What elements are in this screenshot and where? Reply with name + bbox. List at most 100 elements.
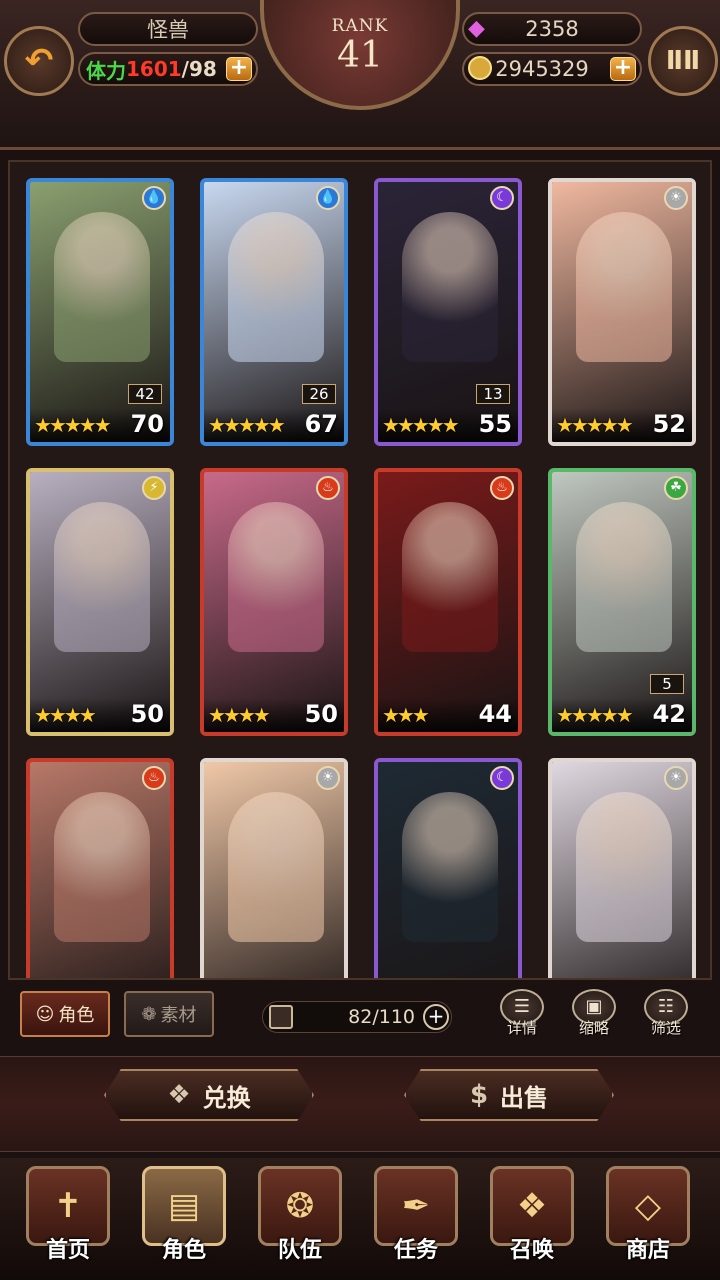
expand-capacity-button[interactable]: + <box>423 1004 449 1030</box>
nav-role-label: 角色 <box>161 1238 206 1263</box>
card-level: 67 <box>304 410 338 438</box>
rank-label: RANK <box>331 16 389 36</box>
card-count-badge: 5 <box>650 674 684 694</box>
tab-material[interactable]: ❁ 素材 <box>124 991 214 1037</box>
back-button[interactable]: ↶ <box>4 26 74 96</box>
card-count-badge: 13 <box>476 384 510 404</box>
card-info-bar: ★★★★★ 70 <box>30 408 170 442</box>
rank-value: 41 <box>337 35 383 76</box>
filter-label: 筛选 <box>650 1019 681 1037</box>
add-stamina-button[interactable]: + <box>226 57 252 81</box>
character-card[interactable]: ☀ <box>548 758 696 978</box>
card-level: 70 <box>130 410 164 438</box>
thumbnail-button[interactable]: ▣ 缩略 <box>568 989 620 1045</box>
card-level: 50 <box>130 700 164 728</box>
action-band: ❖ 兑换 $ 出售 <box>0 1056 720 1152</box>
bottom-nav: ✝ 首页 ▤ 角色 ❂ 队伍 ✒ 任务 ❖ 召唤 ◇ 商店 <box>0 1158 720 1280</box>
character-silhouette <box>576 212 672 362</box>
capacity-value: 82/110 <box>348 1006 415 1028</box>
star-rating: ★★★★ <box>34 703 97 727</box>
tab-role-label: 角色 <box>58 1005 95 1026</box>
add-gold-button[interactable]: + <box>610 57 636 81</box>
character-card[interactable]: ☀ ★★★★★ 52 <box>548 178 696 446</box>
coin-icon <box>468 56 492 80</box>
stamina-display: 体力 1601 /98 + <box>78 52 258 86</box>
sell-button[interactable]: $ 出售 <box>404 1069 614 1121</box>
back-arrow-icon: ↶ <box>24 41 54 81</box>
character-art <box>30 472 170 732</box>
character-silhouette <box>228 792 324 942</box>
exchange-label: 兑换 <box>202 1083 251 1112</box>
capacity-display: 82/110 + <box>262 1001 452 1033</box>
filter-button[interactable]: ☷ 筛选 <box>640 989 692 1045</box>
nav-role[interactable]: ▤ 角色 <box>134 1166 234 1276</box>
card-count-badge: 26 <box>302 384 336 404</box>
character-card[interactable]: ☀ <box>200 758 348 978</box>
character-silhouette <box>402 502 498 652</box>
nav-home-label: 首页 <box>45 1238 90 1263</box>
character-card[interactable]: ♨ ★★★ 44 <box>374 468 522 736</box>
character-silhouette <box>402 792 498 942</box>
character-grid[interactable]: 💧 42 ★★★★★ 70 💧 26 ★★★★★ 67 ☾ 13 ★★★★★ 55 ☀ ★★★★★ 52 ⚡ ★… <box>8 160 712 980</box>
stamina-current: 1601 <box>126 57 182 81</box>
character-card[interactable]: ☾ <box>374 758 522 978</box>
tab-material-label: 素材 <box>160 1005 197 1026</box>
character-silhouette <box>228 212 324 362</box>
nav-summon[interactable]: ❖ 召唤 <box>482 1166 582 1276</box>
character-card[interactable]: ♨ ★★★★ 50 <box>200 468 348 736</box>
nav-shop-label: 商店 <box>625 1238 670 1263</box>
star-rating: ★★★★ <box>208 703 271 727</box>
exchange-button[interactable]: ❖ 兑换 <box>104 1069 314 1121</box>
character-card[interactable]: ☾ 13 ★★★★★ 55 <box>374 178 522 446</box>
character-card[interactable]: ⚡ ★★★★ 50 <box>26 468 174 736</box>
card-info-bar: ★★★★ 50 <box>204 698 344 732</box>
stamina-max: /98 <box>181 57 217 81</box>
player-name: 怪兽 <box>78 12 258 46</box>
water-element-icon: 💧 <box>142 186 166 210</box>
character-card[interactable]: ♨ <box>26 758 174 978</box>
gem-count: 2358 <box>525 17 579 41</box>
tab-role[interactable]: ☺ 角色 <box>20 991 110 1037</box>
card-info-bar: ★★★★★ 42 <box>552 698 692 732</box>
character-silhouette <box>576 502 672 652</box>
nav-team-label: 队伍 <box>277 1238 322 1263</box>
menu-button[interactable]: ⅡⅡ <box>648 26 718 96</box>
character-art <box>378 472 518 732</box>
star-rating: ★★★ <box>382 703 430 727</box>
nav-team[interactable]: ❂ 队伍 <box>250 1166 350 1276</box>
nav-shop[interactable]: ◇ 商店 <box>598 1166 698 1276</box>
fire-element-icon: ♨ <box>490 476 514 500</box>
character-art <box>30 762 170 978</box>
star-rating: ★★★★★ <box>382 413 460 437</box>
character-art <box>204 762 344 978</box>
money-bag-icon: $ <box>469 1080 489 1110</box>
wind-element-icon: ☘ <box>664 476 688 500</box>
card-info-bar: ★★★★★ 52 <box>552 408 692 442</box>
star-rating: ★★★★★ <box>556 703 634 727</box>
card-info-bar: ★★★ 44 <box>378 698 518 732</box>
temple-icon: ⅡⅡ <box>665 46 701 76</box>
thumbnail-label: 缩略 <box>578 1019 609 1037</box>
character-silhouette <box>54 502 150 652</box>
character-art <box>378 762 518 978</box>
dark-element-icon: ☾ <box>490 766 514 790</box>
character-card[interactable]: 💧 26 ★★★★★ 67 <box>200 178 348 446</box>
character-card[interactable]: 💧 42 ★★★★★ 70 <box>26 178 174 446</box>
rank-badge: RANK 41 <box>260 0 460 110</box>
character-silhouette <box>576 792 672 942</box>
nav-home[interactable]: ✝ 首页 <box>18 1166 118 1276</box>
nav-summon-label: 召唤 <box>509 1238 554 1263</box>
star-rating: ★★★★★ <box>34 413 112 437</box>
sell-label: 出售 <box>500 1083 549 1112</box>
nav-quest[interactable]: ✒ 任务 <box>366 1166 466 1276</box>
character-art <box>552 182 692 442</box>
card-count-badge: 42 <box>128 384 162 404</box>
details-button[interactable]: ☰ 详情 <box>496 989 548 1045</box>
stamina-label: 体力 <box>86 58 126 83</box>
character-silhouette <box>402 212 498 362</box>
role-icon: ☺ <box>35 1003 55 1025</box>
card-level: 44 <box>478 700 512 728</box>
puzzle-icon: ❖ <box>167 1080 191 1110</box>
character-card[interactable]: ☘ 5 ★★★★★ 42 <box>548 468 696 736</box>
material-icon: ❁ <box>141 1003 157 1025</box>
